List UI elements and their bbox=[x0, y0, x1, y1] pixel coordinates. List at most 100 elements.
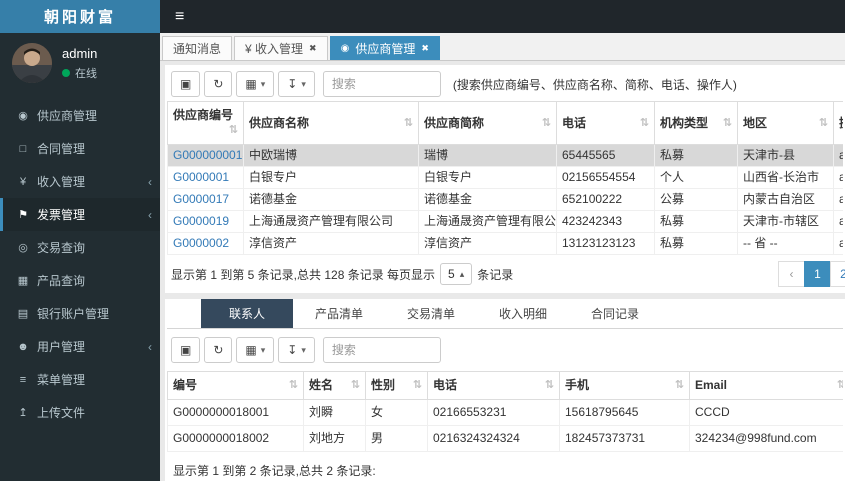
export-icon: ↧ bbox=[287, 77, 298, 91]
cell-text: 白银专户 bbox=[249, 170, 298, 184]
page-button-2[interactable]: 2 bbox=[830, 261, 845, 287]
sidebar-item-8[interactable]: ☻ 用户管理 ‹ bbox=[0, 330, 160, 363]
row-id-link[interactable]: G0000001 bbox=[173, 170, 229, 184]
header-row: 供应商编号⇅供应商名称⇅供应商简称⇅电话⇅机构类型⇅地区⇅操作人⇅ bbox=[167, 101, 843, 145]
row-id-link[interactable]: G0000019 bbox=[173, 214, 229, 228]
table-row[interactable]: G0000000018 中欧瑞博 瑞博 65445565 私募 天津市-县 admin bbox=[167, 144, 843, 167]
column-header-1[interactable]: 编号 ⇅ bbox=[167, 371, 304, 400]
navbar: ≡ bbox=[160, 0, 845, 33]
sort-icon[interactable]: ⇅ bbox=[545, 378, 554, 393]
sort-icon[interactable]: ⇅ bbox=[640, 116, 649, 131]
column-header-3[interactable]: 供应商简称 ⇅ bbox=[418, 101, 557, 145]
sort-icon[interactable]: ⇅ bbox=[289, 378, 298, 393]
column-header-4[interactable]: 电话 ⇅ bbox=[556, 101, 655, 145]
search-input[interactable] bbox=[322, 71, 441, 97]
detail-tab-2[interactable]: 产品清单 bbox=[293, 299, 385, 328]
detail-tab-3[interactable]: 交易清单 bbox=[385, 299, 477, 328]
sort-icon[interactable]: ⇅ bbox=[837, 378, 843, 393]
column-header-7[interactable]: 操作人⇅ bbox=[833, 101, 843, 145]
detail-tab-5[interactable]: 合同记录 bbox=[569, 299, 661, 328]
table-row[interactable]: G0000000018001 刘瞬 女 02166553231 15618795645 C… bbox=[167, 399, 843, 426]
table-row[interactable]: G0000002 淳信资产 淳信资产 13123123123 私募 -- 省 -- admi… bbox=[167, 232, 843, 255]
row-id-link[interactable]: G0000002 bbox=[173, 236, 229, 250]
column-header-label: 编号 bbox=[173, 378, 198, 392]
column-header-1[interactable]: 供应商编号 ⇅ bbox=[167, 101, 244, 145]
brand-logo[interactable]: 朝阳财富 bbox=[0, 0, 160, 33]
sort-icon[interactable]: ⇅ bbox=[542, 116, 551, 131]
cell: 刘瞬 bbox=[303, 399, 366, 426]
sort-icon[interactable]: ⇅ bbox=[819, 116, 828, 131]
cell-text: 02166553231 bbox=[433, 405, 507, 419]
column-header-3[interactable]: 性别 ⇅ bbox=[365, 371, 428, 400]
user-name: admin bbox=[62, 45, 98, 61]
table-row[interactable]: G0000017 诺德基金 诺德基金 652100222 公募 内蒙古自治区 admin bbox=[167, 188, 843, 211]
sidebar-item-5[interactable]: ◎ 交易查询 bbox=[0, 231, 160, 264]
table-row[interactable]: G0000000018002 刘地方 男 0216324324324 182457373… bbox=[167, 425, 843, 452]
cell: 上海通晟资产管理有限公司 bbox=[243, 210, 419, 233]
column-header-5[interactable]: 机构类型 ⇅ bbox=[654, 101, 738, 145]
cell-text: 内蒙古自治区 bbox=[743, 192, 816, 206]
column-header-4[interactable]: 电话 ⇅ bbox=[427, 371, 560, 400]
table-row[interactable]: G0000019 上海通晟资产管理有限公司 上海通晟资产管理有限公司 42324234… bbox=[167, 210, 843, 233]
sidebar-item-4[interactable]: ⚑ 发票管理 ‹ bbox=[0, 198, 160, 231]
sidebar-menu: ◉ 供应商管理 □ 合同管理 ¥ 收入管理 ‹ ⚑ 发票管理 ‹ ◎ 交易查询 ▦ 产品查询 ▤ 银行账户管理… bbox=[0, 99, 160, 429]
sidebar-item-1[interactable]: ◉ 供应商管理 bbox=[0, 99, 160, 132]
table-row[interactable]: G0000001 白银专户 白银专户 02156554554 个人 山西省-长治市 admi… bbox=[167, 166, 843, 189]
search-input[interactable] bbox=[322, 337, 441, 363]
header-row: 编号 ⇅ 姓名 ⇅ 性别 ⇅ 电话 ⇅ 手机 ⇅ Email ⇅ bbox=[167, 371, 843, 400]
sidebar-toggle-button[interactable]: ≡ bbox=[160, 8, 199, 26]
sort-icon[interactable]: ⇅ bbox=[723, 116, 732, 131]
refresh-button[interactable]: ↻ bbox=[204, 337, 233, 363]
toggle-view-button[interactable]: ▣ bbox=[171, 71, 201, 97]
tab-close-icon[interactable]: ✖ bbox=[309, 43, 317, 54]
row-id-link[interactable]: G0000000018 bbox=[173, 148, 243, 162]
column-header-label: 供应商简称 bbox=[424, 115, 485, 130]
sidebar-item-10[interactable]: ↥ 上传文件 bbox=[0, 396, 160, 429]
cell: G0000002 bbox=[167, 232, 244, 255]
sort-icon[interactable]: ⇅ bbox=[404, 116, 413, 131]
row-id-link[interactable]: G0000017 bbox=[173, 192, 229, 206]
contact-table-wrap: 编号 ⇅ 姓名 ⇅ 性别 ⇅ 电话 ⇅ 手机 ⇅ Email ⇅ G0000000018001 刘瞬 女 02… bbox=[167, 371, 843, 452]
detail-tab-4[interactable]: 收入明细 bbox=[477, 299, 569, 328]
sidebar-item-label: 产品查询 bbox=[37, 274, 86, 288]
detail-tab-1[interactable]: 联系人 bbox=[201, 299, 293, 328]
column-header-label: 姓名 bbox=[309, 378, 334, 392]
refresh-button[interactable]: ↻ bbox=[204, 71, 233, 97]
sidebar-item-6[interactable]: ▦ 产品查询 bbox=[0, 264, 160, 297]
cell-text: 私募 bbox=[660, 214, 685, 228]
tab-close-icon[interactable]: ✖ bbox=[421, 43, 429, 54]
columns-dropdown-button[interactable]: ▦ ▾ bbox=[236, 337, 275, 363]
sort-icon[interactable]: ⇅ bbox=[229, 123, 238, 138]
cell: 私募 bbox=[654, 210, 738, 233]
column-header-label: 供应商名称 bbox=[249, 115, 310, 130]
sidebar-item-9[interactable]: ≡ 菜单管理 bbox=[0, 363, 160, 396]
cell-text: 淳信资产 bbox=[249, 236, 298, 250]
export-dropdown-button[interactable]: ↧ ▾ bbox=[278, 71, 315, 97]
cell: admin bbox=[833, 210, 843, 233]
column-header-6[interactable]: Email ⇅ bbox=[689, 371, 843, 400]
sort-icon[interactable]: ⇅ bbox=[413, 378, 422, 393]
sidebar-item-3[interactable]: ¥ 收入管理 ‹ bbox=[0, 165, 160, 198]
cell-text: 中欧瑞博 bbox=[249, 148, 298, 162]
sidebar-item-2[interactable]: □ 合同管理 bbox=[0, 132, 160, 165]
tab-2[interactable]: ¥ 收入管理 ✖ bbox=[234, 36, 328, 60]
cell-text: 刘瞬 bbox=[309, 405, 334, 419]
export-dropdown-button[interactable]: ↧ ▾ bbox=[278, 337, 315, 363]
page-button-1[interactable]: 1 bbox=[804, 261, 831, 287]
sidebar-item-7[interactable]: ▤ 银行账户管理 bbox=[0, 297, 160, 330]
tab-3[interactable]: ◉ 供应商管理 ✖ bbox=[329, 36, 440, 60]
columns-dropdown-button[interactable]: ▦ ▾ bbox=[236, 71, 275, 97]
cell: 淳信资产 bbox=[418, 232, 557, 255]
prev-page-button[interactable]: ‹ bbox=[778, 261, 805, 287]
page-size-dropdown[interactable]: 5 ▴ bbox=[440, 263, 473, 285]
cell-text: -- 省 -- bbox=[743, 236, 778, 250]
sort-icon[interactable]: ⇅ bbox=[351, 378, 360, 393]
sort-icon[interactable]: ⇅ bbox=[675, 378, 684, 393]
tab-1[interactable]: 通知消息 bbox=[162, 36, 233, 60]
column-header-2[interactable]: 供应商名称 ⇅ bbox=[243, 101, 419, 145]
column-header-6[interactable]: 地区 ⇅ bbox=[737, 101, 834, 145]
column-header-5[interactable]: 手机 ⇅ bbox=[559, 371, 690, 400]
supplier-pagination: 显示第 1 到第 5 条记录,总共 128 条记录 每页显示 5 ▴ 条记录 ‹… bbox=[171, 261, 845, 287]
column-header-2[interactable]: 姓名 ⇅ bbox=[303, 371, 366, 400]
toggle-view-button[interactable]: ▣ bbox=[171, 337, 201, 363]
